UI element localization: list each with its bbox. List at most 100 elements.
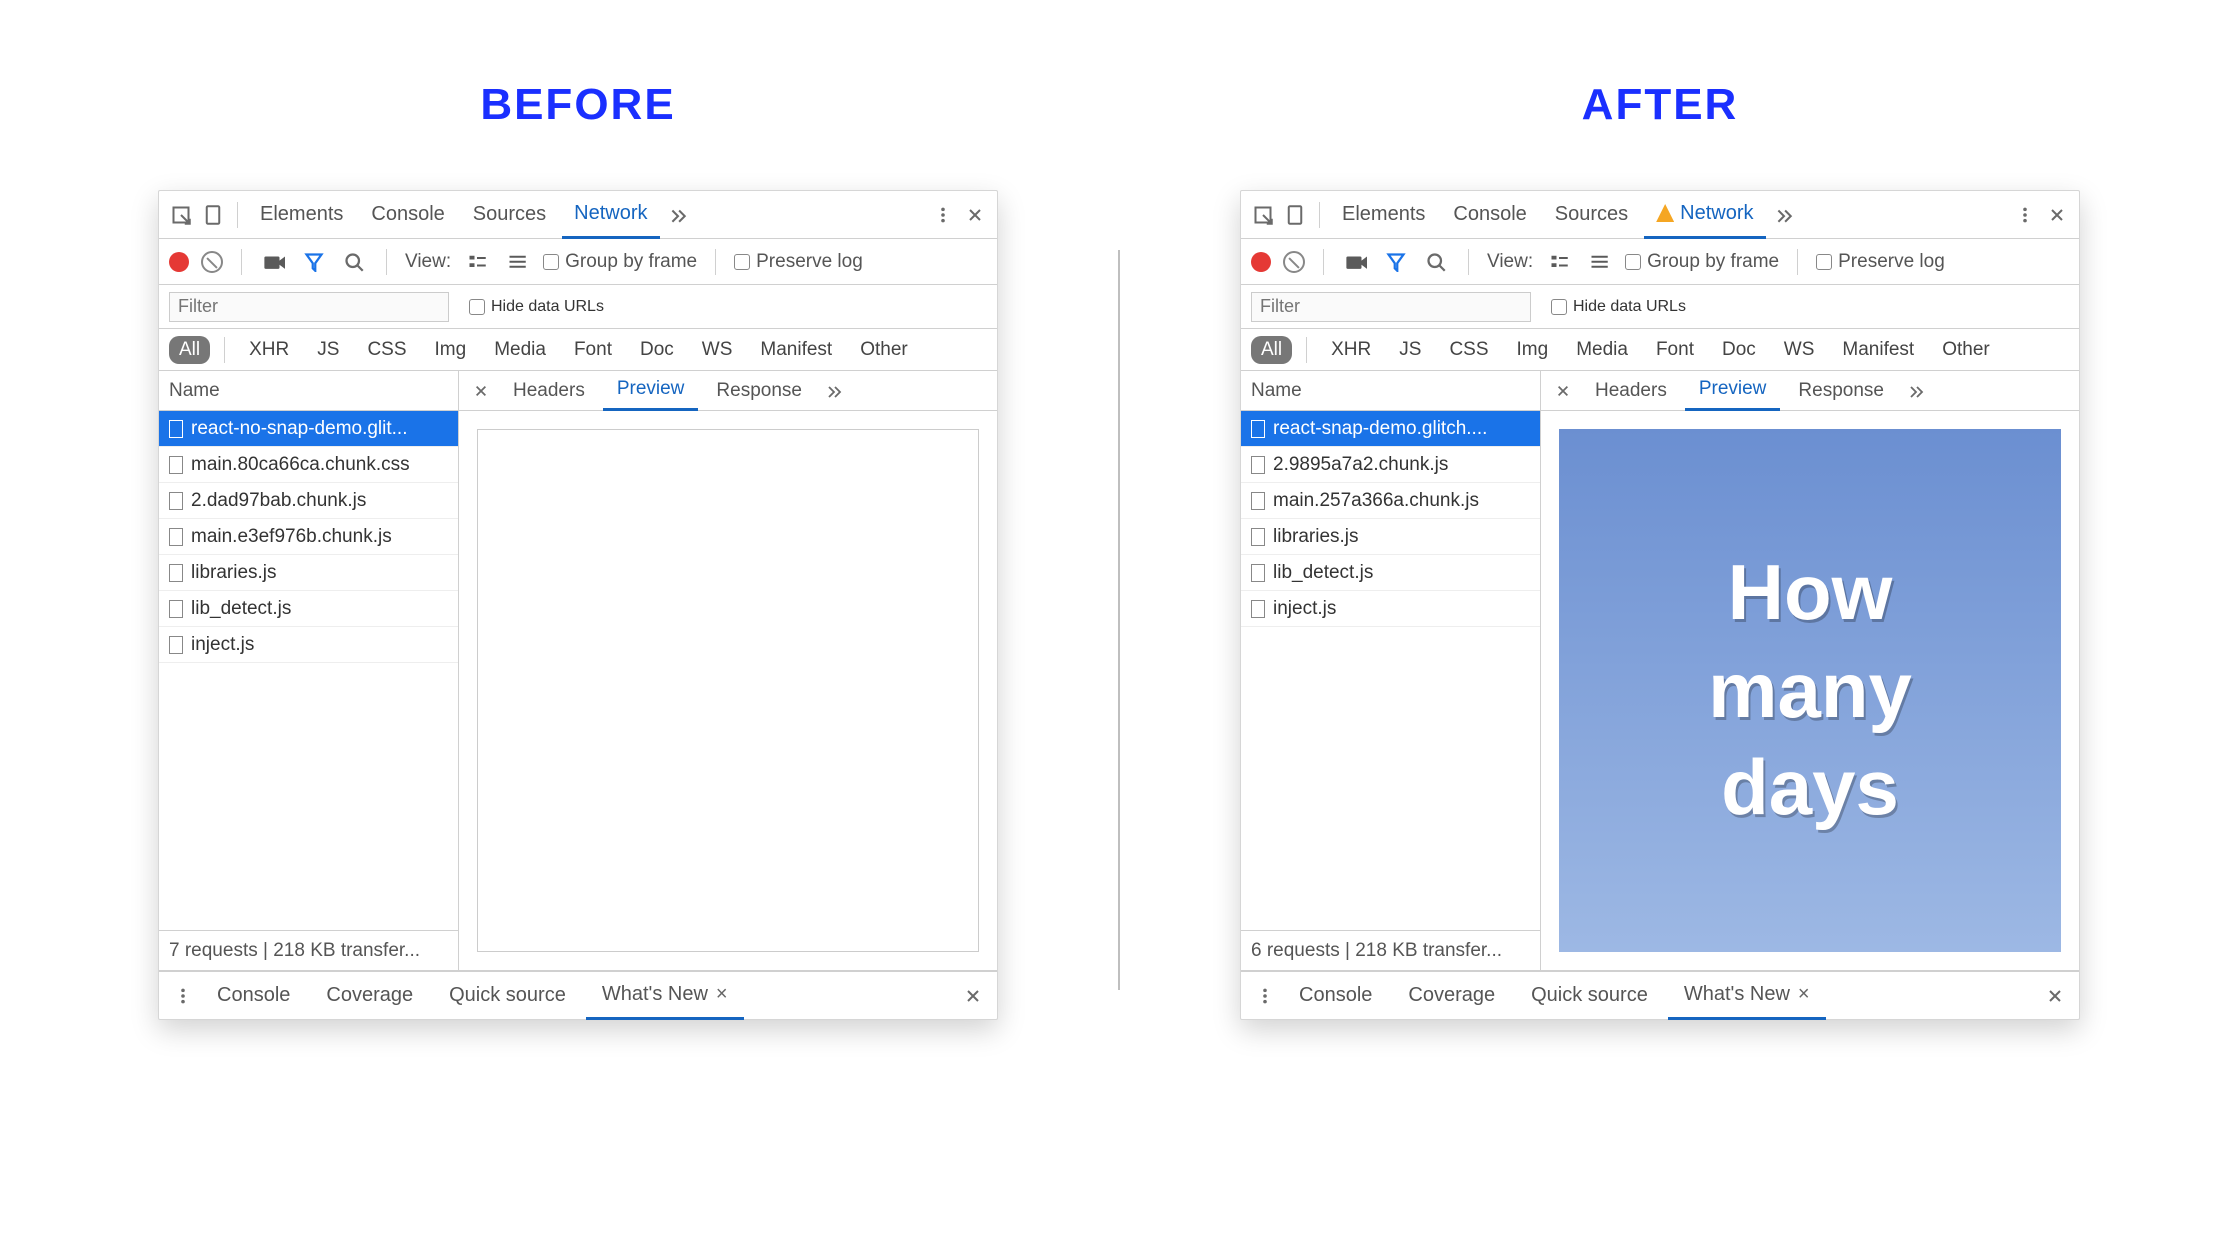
type-filter-ws[interactable]: WS <box>692 336 743 364</box>
type-filter-css[interactable]: CSS <box>357 336 416 364</box>
request-row[interactable]: react-snap-demo.glitch.... <box>1241 411 1540 447</box>
small-rows-icon[interactable] <box>1585 248 1613 276</box>
hide-data-urls-checkbox[interactable]: Hide data URLs <box>469 298 604 316</box>
response-tab-preview[interactable]: Preview <box>1685 371 1781 411</box>
drawer-tab-quick-source[interactable]: Quick source <box>433 972 582 1020</box>
large-rows-icon[interactable] <box>463 248 491 276</box>
close-response-icon[interactable] <box>1549 377 1577 405</box>
response-tab-preview[interactable]: Preview <box>603 371 699 411</box>
name-column-header[interactable]: Name <box>159 371 458 411</box>
device-toggle-icon[interactable] <box>199 201 227 229</box>
type-filter-font[interactable]: Font <box>564 336 622 364</box>
type-filter-font[interactable]: Font <box>1646 336 1704 364</box>
drawer-menu-icon[interactable] <box>169 982 197 1010</box>
more-response-tabs-icon[interactable] <box>820 377 848 405</box>
filter-toggle-icon[interactable] <box>1382 248 1410 276</box>
drawer-tab-what-s-new[interactable]: What's New× <box>586 972 744 1020</box>
kebab-menu-icon[interactable] <box>2011 201 2039 229</box>
request-row[interactable]: lib_detect.js <box>159 591 458 627</box>
record-button[interactable] <box>169 252 189 272</box>
panel-tab-elements[interactable]: Elements <box>1330 191 1437 239</box>
request-row[interactable]: 2.9895a7a2.chunk.js <box>1241 447 1540 483</box>
type-filter-all[interactable]: All <box>169 336 210 364</box>
group-by-frame-checkbox[interactable]: Group by frame <box>543 251 697 273</box>
type-filter-xhr[interactable]: XHR <box>239 336 299 364</box>
type-filter-manifest[interactable]: Manifest <box>1832 336 1924 364</box>
type-filter-js[interactable]: JS <box>307 336 349 364</box>
request-row[interactable]: lib_detect.js <box>1241 555 1540 591</box>
type-filter-manifest[interactable]: Manifest <box>750 336 842 364</box>
request-row[interactable]: inject.js <box>1241 591 1540 627</box>
type-filter-doc[interactable]: Doc <box>1712 336 1766 364</box>
preserve-log-checkbox[interactable]: Preserve log <box>1816 251 1945 273</box>
camera-icon[interactable] <box>1342 248 1370 276</box>
hide-data-urls-checkbox[interactable]: Hide data URLs <box>1551 298 1686 316</box>
request-row[interactable]: main.e3ef976b.chunk.js <box>159 519 458 555</box>
filter-toggle-icon[interactable] <box>300 248 328 276</box>
clear-button[interactable] <box>201 251 223 273</box>
type-filter-css[interactable]: CSS <box>1439 336 1498 364</box>
panel-tab-sources[interactable]: Sources <box>1543 191 1640 239</box>
close-drawer-tab-icon[interactable]: × <box>716 983 728 1006</box>
close-drawer-tab-icon[interactable]: × <box>1798 983 1810 1006</box>
response-tab-headers[interactable]: Headers <box>1581 371 1681 411</box>
search-icon[interactable] <box>1422 248 1450 276</box>
panel-tab-network[interactable]: Network <box>1644 191 1765 239</box>
close-panel-icon[interactable] <box>961 201 989 229</box>
more-tabs-icon[interactable] <box>664 201 692 229</box>
response-tab-response[interactable]: Response <box>702 371 816 411</box>
type-filter-img[interactable]: Img <box>1507 336 1559 364</box>
close-drawer-icon[interactable] <box>959 982 987 1010</box>
large-rows-icon[interactable] <box>1545 248 1573 276</box>
filter-input[interactable] <box>1251 292 1531 322</box>
panel-tab-console[interactable]: Console <box>359 191 456 239</box>
request-row[interactable]: main.80ca66ca.chunk.css <box>159 447 458 483</box>
device-toggle-icon[interactable] <box>1281 201 1309 229</box>
response-tab-response[interactable]: Response <box>1784 371 1898 411</box>
type-filter-xhr[interactable]: XHR <box>1321 336 1381 364</box>
request-row[interactable]: react-no-snap-demo.glit... <box>159 411 458 447</box>
inspect-icon[interactable] <box>1249 201 1277 229</box>
type-filter-all[interactable]: All <box>1251 336 1292 364</box>
small-rows-icon[interactable] <box>503 248 531 276</box>
group-by-frame-checkbox[interactable]: Group by frame <box>1625 251 1779 273</box>
drawer-tab-console[interactable]: Console <box>1283 972 1388 1020</box>
drawer-menu-icon[interactable] <box>1251 982 1279 1010</box>
panel-tab-elements[interactable]: Elements <box>248 191 355 239</box>
search-icon[interactable] <box>340 248 368 276</box>
type-filter-img[interactable]: Img <box>425 336 477 364</box>
type-filter-ws[interactable]: WS <box>1774 336 1825 364</box>
type-filter-media[interactable]: Media <box>484 336 556 364</box>
panel-tab-sources[interactable]: Sources <box>461 191 558 239</box>
drawer-tab-console[interactable]: Console <box>201 972 306 1020</box>
more-tabs-icon[interactable] <box>1770 201 1798 229</box>
inspect-icon[interactable] <box>167 201 195 229</box>
preserve-log-checkbox[interactable]: Preserve log <box>734 251 863 273</box>
clear-button[interactable] <box>1283 251 1305 273</box>
close-drawer-icon[interactable] <box>2041 982 2069 1010</box>
drawer-tab-coverage[interactable]: Coverage <box>310 972 429 1020</box>
type-filter-media[interactable]: Media <box>1566 336 1638 364</box>
panel-tab-console[interactable]: Console <box>1441 191 1538 239</box>
type-filter-doc[interactable]: Doc <box>630 336 684 364</box>
response-tab-headers[interactable]: Headers <box>499 371 599 411</box>
more-response-tabs-icon[interactable] <box>1902 377 1930 405</box>
camera-icon[interactable] <box>260 248 288 276</box>
record-button[interactable] <box>1251 252 1271 272</box>
type-filter-other[interactable]: Other <box>1932 336 2000 364</box>
drawer-tab-quick-source[interactable]: Quick source <box>1515 972 1664 1020</box>
name-column-header[interactable]: Name <box>1241 371 1540 411</box>
request-row[interactable]: libraries.js <box>159 555 458 591</box>
drawer-tab-what-s-new[interactable]: What's New× <box>1668 972 1826 1020</box>
panel-tab-network[interactable]: Network <box>562 191 659 239</box>
request-row[interactable]: main.257a366a.chunk.js <box>1241 483 1540 519</box>
request-row[interactable]: inject.js <box>159 627 458 663</box>
close-panel-icon[interactable] <box>2043 201 2071 229</box>
drawer-tab-coverage[interactable]: Coverage <box>1392 972 1511 1020</box>
filter-input[interactable] <box>169 292 449 322</box>
type-filter-js[interactable]: JS <box>1389 336 1431 364</box>
type-filter-other[interactable]: Other <box>850 336 918 364</box>
request-row[interactable]: 2.dad97bab.chunk.js <box>159 483 458 519</box>
request-row[interactable]: libraries.js <box>1241 519 1540 555</box>
kebab-menu-icon[interactable] <box>929 201 957 229</box>
